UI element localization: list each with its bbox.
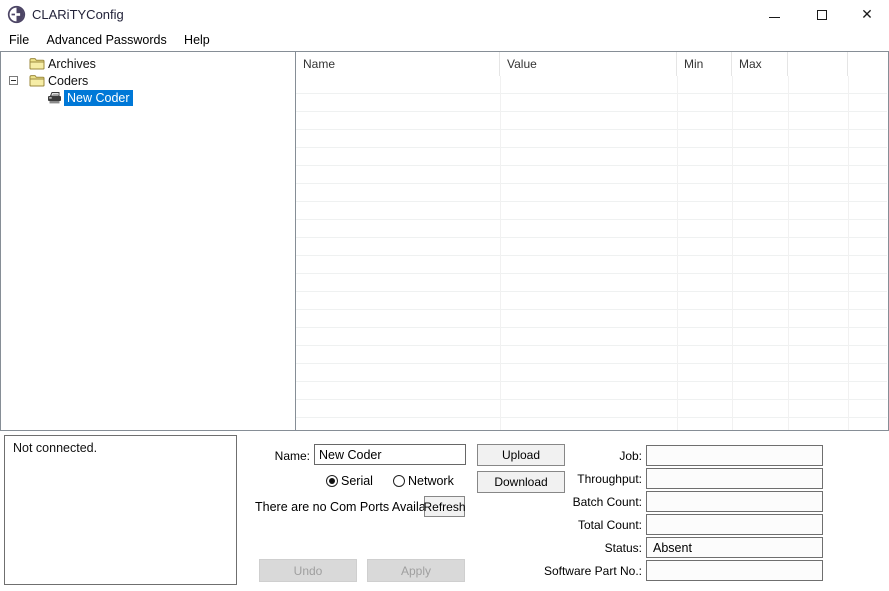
minimize-button[interactable] [758, 0, 790, 29]
tree-item-label-selected: New Coder [64, 89, 133, 106]
title-bar: CLARiTYConfig ✕ [0, 0, 889, 29]
column-header-max[interactable]: Max [732, 52, 788, 76]
connection-status-text: Not connected. [13, 441, 98, 455]
column-header-value[interactable]: Value [500, 52, 677, 76]
coder-name-input[interactable] [314, 444, 466, 465]
clarityconfig-window: CLARiTYConfig ✕ File Advanced Passwords … [0, 0, 889, 591]
tree-item-new-coder[interactable]: New Coder [47, 89, 133, 106]
maximize-button[interactable] [806, 0, 838, 29]
column-header-blank-2[interactable] [848, 52, 887, 76]
menu-bar: File Advanced Passwords Help [0, 29, 889, 51]
menu-help[interactable]: Help [177, 29, 217, 51]
parameters-table-panel: Name Value Min Max [296, 51, 889, 431]
throughput-field [646, 468, 823, 489]
close-button[interactable]: ✕ [851, 0, 883, 29]
job-field [646, 445, 823, 466]
collapse-expander[interactable] [9, 76, 18, 85]
table-gridline [788, 76, 789, 430]
total-count-field [646, 514, 823, 535]
software-part-no-label: Software Part No.: [543, 564, 642, 578]
com-ports-message: There are no Com Ports Available [255, 500, 443, 514]
serial-radio-label: Serial [341, 474, 373, 488]
table-body [296, 76, 887, 430]
close-icon: ✕ [861, 6, 873, 22]
connection-status-box: Not connected. [4, 435, 237, 585]
clarity-logo-icon [7, 5, 26, 24]
table-gridline [500, 76, 501, 430]
folder-icon [29, 75, 45, 87]
menu-advanced-passwords[interactable]: Advanced Passwords [40, 29, 174, 51]
folder-icon [29, 58, 45, 70]
undo-button[interactable]: Undo [259, 559, 357, 582]
table-header-row: Name Value Min Max [296, 52, 887, 76]
apply-button-label: Apply [400, 563, 432, 578]
menu-file[interactable]: File [2, 29, 36, 51]
refresh-button[interactable]: Refresh [423, 496, 466, 517]
network-radio[interactable]: Network [393, 474, 454, 488]
minus-icon [11, 80, 16, 81]
column-header-blank-1[interactable] [788, 52, 848, 76]
refresh-button-label: Refresh [423, 499, 466, 514]
apply-button[interactable]: Apply [367, 559, 465, 582]
minimize-icon [768, 17, 780, 18]
undo-button-label: Undo [293, 563, 323, 578]
tree-item-label: Archives [48, 56, 96, 71]
total-count-label: Total Count: [577, 518, 642, 532]
name-label: Name: [274, 449, 310, 463]
serial-radio[interactable]: Serial [326, 474, 373, 488]
radio-selected-icon [326, 475, 338, 487]
tree-item-archives[interactable]: Archives [29, 55, 96, 72]
table-gridline [848, 76, 849, 430]
network-radio-label: Network [408, 474, 454, 488]
maximize-icon [817, 9, 827, 20]
status-field: Absent [646, 537, 823, 558]
table-gridline [677, 76, 678, 430]
table-gridline [732, 76, 733, 430]
radio-unselected-icon [393, 475, 405, 487]
software-part-no-field [646, 560, 823, 581]
batch-count-field [646, 491, 823, 512]
throughput-label: Throughput: [577, 472, 642, 486]
job-label: Job: [619, 449, 642, 463]
coder-printer-icon [48, 91, 61, 103]
column-header-name[interactable]: Name [296, 52, 500, 76]
tree-item-coders[interactable]: Coders [29, 72, 88, 89]
tree-item-label: Coders [48, 73, 89, 88]
window-title: CLARiTYConfig [32, 7, 124, 22]
status-label: Status: [604, 541, 642, 555]
batch-count-label: Batch Count: [572, 495, 642, 509]
tree-panel: Archives Coders New Coder [0, 51, 296, 431]
column-header-min[interactable]: Min [677, 52, 732, 76]
